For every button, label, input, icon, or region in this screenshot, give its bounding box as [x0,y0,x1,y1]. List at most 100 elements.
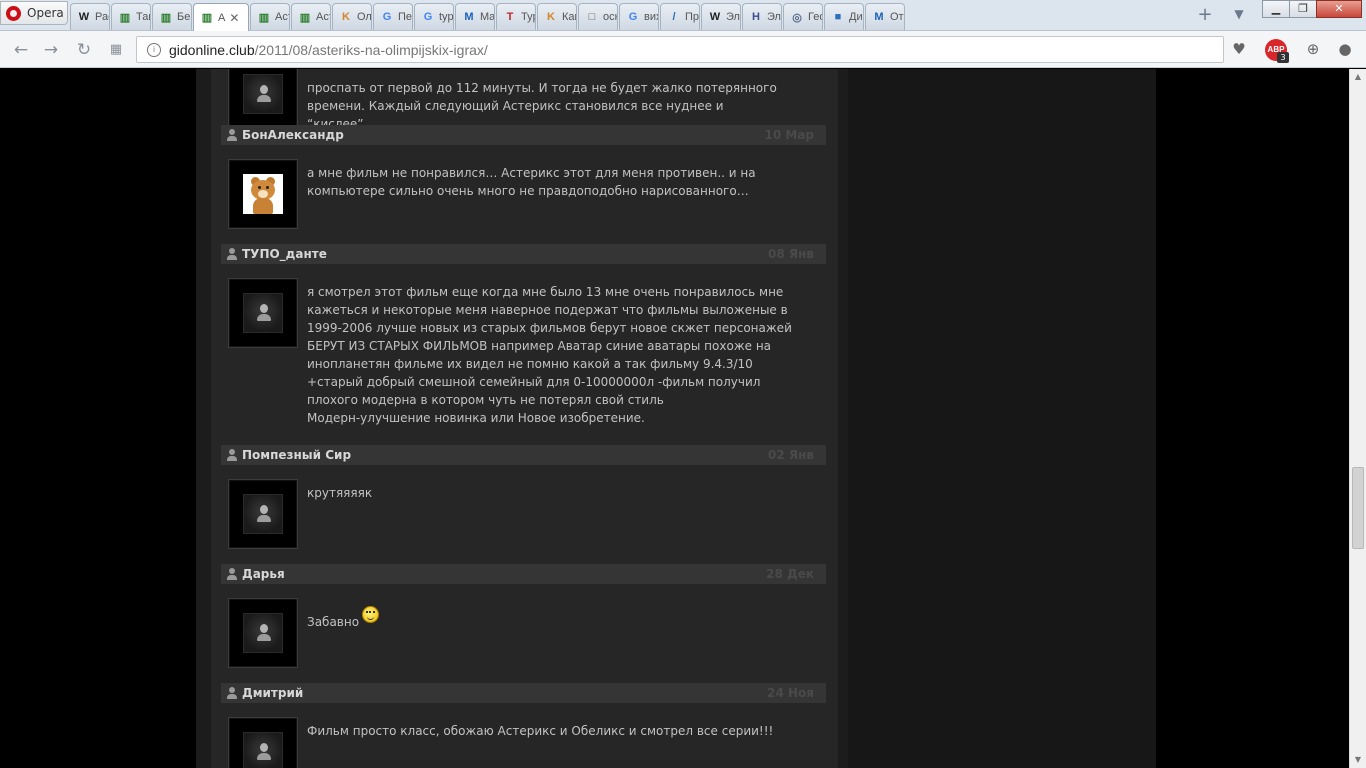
minimize-button[interactable]: ▁ [1262,0,1290,18]
tab-favicon-icon: ▥ [119,11,131,24]
comment-author: Дарья [242,567,285,581]
browser-tab[interactable]: K Ола [332,3,372,30]
default-user-silhouette-icon [257,304,271,324]
tab-menu-icon[interactable]: ▼ [1230,7,1248,23]
speed-dial-grid-icon[interactable]: ▦ [106,40,126,60]
browser-tab[interactable]: ▥ Так [111,3,151,30]
browser-tab[interactable]: K Как [537,3,577,30]
comment-author: БонАлександр [242,128,344,142]
comment-text: крутяяяяк [307,486,373,500]
scrollbar-thumb[interactable] [1352,467,1364,549]
tab-label: Эле [767,11,781,23]
site-info-globe-icon[interactable]: i [147,42,161,57]
default-user-silhouette-icon [257,624,271,644]
site-wrapper: проспать от первой до 112 минуты. И тогд… [196,69,1156,768]
tab-bar: Opera WРас▥Так▥Бег▥А✕▥Асте▥АстеKОлаGПерG… [0,0,1366,31]
new-tab-plus-icon[interactable]: + [1196,6,1214,24]
maximize-button[interactable]: ❐ [1289,0,1317,18]
user-icon [227,568,237,580]
tab-label: Ола [357,11,372,23]
browser-tab[interactable]: / При [660,3,700,30]
comment: ТУПО_данте 08 Янв я смотрел этот фильм е… [221,244,826,425]
comments-column: проспать от первой до 112 минуты. И тогд… [211,69,838,768]
comment: БонАлександр 10 Мар а мне фильм не понра… [221,125,826,229]
bookmark-heart-icon[interactable]: ♥ [1228,38,1250,60]
comment-date: 02 Янв [767,448,814,462]
tab-label: Отп [890,11,904,23]
tab-favicon-icon: ▥ [299,11,311,24]
user-profile-icon[interactable]: ● [1334,38,1356,60]
browser-tab[interactable]: ■ Диа [824,3,864,30]
comment-date: 10 Мар [764,128,814,142]
tab-favicon-icon: ■ [834,11,842,23]
tab-label: Асте [316,11,330,23]
address-toolbar: ← → ↻ ▦ i gidonline.club /2011/08/asteri… [0,31,1366,68]
url-path: /2011/08/asteriks-na-olimpijskix-igrax/ [254,41,488,58]
tab-label: Так [136,11,150,23]
comment-header: БонАлександр 10 Мар [221,125,826,145]
tab-favicon-icon: ◎ [792,11,802,24]
page-scrollbar[interactable]: ▲ ▼ [1349,69,1366,768]
browser-tab[interactable]: ▥ Бег [152,3,192,30]
tab-label: Пер [398,11,413,23]
browser-tab[interactable]: G Пер [373,3,413,30]
tab-favicon-icon: ▥ [201,12,213,24]
tab-favicon-icon: K [547,11,555,23]
tab-label: Typ [521,11,535,23]
user-icon [227,129,237,141]
browser-tab[interactable]: W Рас [70,3,110,30]
close-window-button[interactable]: ✕ [1316,0,1362,18]
page-viewport: проспать от первой до 112 минуты. И тогд… [0,69,1349,768]
download-icon[interactable]: ⊕ [1302,38,1324,60]
browser-tab[interactable]: T Typ [496,3,536,30]
scroll-up-arrow-icon[interactable]: ▲ [1350,69,1366,85]
comment-text: Фильм просто класс, обожаю Астерикс и Об… [307,724,774,738]
browser-tab[interactable]: □ осн [578,3,618,30]
url-input[interactable]: i gidonline.club /2011/08/asteriks-na-ol… [136,36,1224,63]
tab-favicon-icon: K [342,11,350,23]
browser-tab[interactable]: ▥ Асте [291,3,331,30]
browser-tab[interactable]: M Mas [455,3,495,30]
tab-favicon-icon: G [423,11,433,23]
tab-label: При [685,11,700,23]
user-icon [227,248,237,260]
tab-favicon-icon: G [382,11,392,23]
tab-favicon-icon: M [874,11,884,23]
comment-text: я смотрел этот фильм еще когда мне было … [307,285,792,425]
adblock-count-badge: 3 [1277,52,1289,63]
reload-icon[interactable]: ↻ [74,40,94,60]
comment-author: Помпезный Сир [242,448,352,462]
tab-favicon-icon: W [78,11,90,23]
browser-tab[interactable]: W Эле [701,3,741,30]
back-arrow-icon[interactable]: ← [11,40,31,60]
tab-favicon-icon: □ [588,11,596,23]
browser-tab[interactable]: ▥ Асте [250,3,290,30]
avatar [228,278,298,348]
browser-tab[interactable]: Gtypo [414,3,454,30]
tab-label: Mas [480,11,495,23]
browser-tab[interactable]: Gвих [619,3,659,30]
opera-menu-button[interactable]: Opera [0,1,68,25]
comment-header: ТУПО_данте 08 Янв [221,244,826,264]
browser-tab[interactable]: H Эле [742,3,782,30]
url-domain: gidonline.club [169,41,255,58]
comment-text: Забавно [307,606,797,631]
avatar [228,159,298,229]
comment-text: а мне фильм не понравился… Астерикс этот… [307,166,756,198]
user-icon [227,449,237,461]
tab-favicon-icon: T [506,11,514,23]
tab-favicon-icon: / [672,11,676,23]
tab-favicon-icon: ▥ [160,11,172,24]
browser-tab[interactable]: M Отп [865,3,905,30]
tab-close-icon[interactable]: ✕ [229,11,239,25]
default-user-silhouette-icon [257,505,271,525]
scroll-down-arrow-icon[interactable]: ▼ [1350,752,1366,768]
browser-tab[interactable]: ▥ А ✕ [193,3,249,31]
tab-label: Асте [275,11,289,23]
comment-date: 08 Янв [767,247,814,261]
tab-favicon-icon: M [464,11,474,23]
comment-author: Дмитрий [242,686,304,700]
browser-tab[interactable]: ◎ Гео [783,3,823,30]
comment-date: 24 Ноя [767,686,814,700]
forward-arrow-icon[interactable]: → [41,40,61,60]
